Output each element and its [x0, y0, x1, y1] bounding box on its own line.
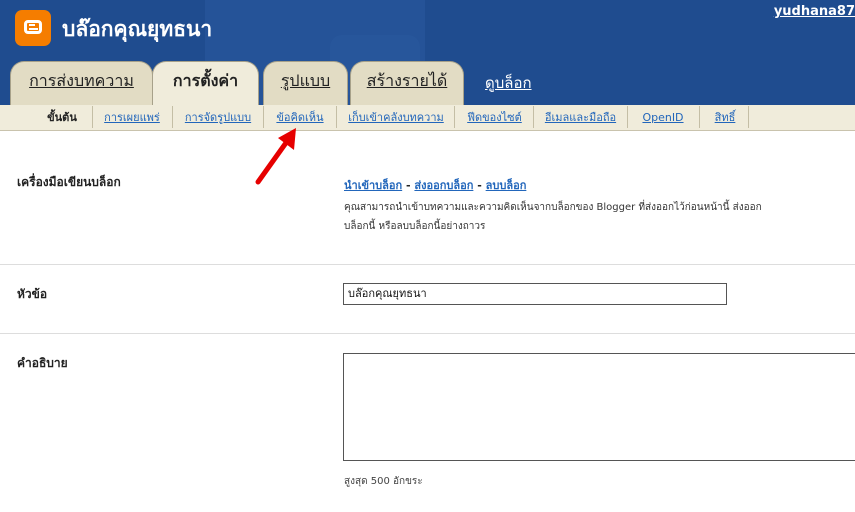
- export-blog-link[interactable]: ส่งออกบล็อก: [414, 179, 473, 192]
- blog-tools-links: นำเข้าบล็อก - ส่งออกบล็อก - ลบบล็อก: [344, 176, 526, 194]
- tab-settings[interactable]: การตั้งค่า: [152, 61, 259, 105]
- subnav-divider: [92, 106, 93, 128]
- description-label: คำอธิบาย: [17, 356, 68, 370]
- blog-tools-description: คุณสามารถนำเข้าบทความและความคิดเห็นจากบล…: [344, 202, 762, 232]
- subnav-divider: [172, 106, 173, 128]
- blog-tools-label: เครื่องมือเขียนบล็อก: [17, 175, 121, 189]
- blog-title: บล๊อกคุณยุทธนา: [62, 17, 213, 41]
- subnav-site-feed[interactable]: ฟีดของไซต์: [458, 107, 531, 128]
- subnav-permissions[interactable]: สิทธิ์: [703, 107, 747, 128]
- subnav-archiving[interactable]: เก็บเข้าคลังบทความ: [340, 107, 452, 128]
- subnav-formatting[interactable]: การจัดรูปแบบ: [176, 107, 260, 128]
- subnav-divider: [533, 106, 534, 128]
- link-separator: -: [477, 179, 482, 192]
- subnav-divider: [699, 106, 700, 128]
- subnav-publishing[interactable]: การเผยแพร่: [96, 107, 168, 128]
- blog-title-input[interactable]: บล๊อกคุณยุทธนา: [343, 283, 727, 305]
- tab-monetize[interactable]: สร้างรายได้: [350, 61, 464, 105]
- title-label: หัวข้อ: [17, 287, 48, 301]
- subnav-divider: [454, 106, 455, 128]
- subnav-divider: [336, 106, 337, 128]
- max-length-note: สูงสุด 500 อักขระ: [344, 476, 423, 487]
- import-blog-link[interactable]: นำเข้าบล็อก: [344, 179, 402, 192]
- blogger-header: บล๊อกคุณยุทธนา yudhana87 การส่งบทความ กา…: [0, 0, 855, 105]
- section-divider: [0, 264, 855, 265]
- tab-posting[interactable]: การส่งบทความ: [10, 61, 153, 105]
- blogger-b-glyph-icon: [24, 20, 42, 34]
- section-divider: [0, 333, 855, 334]
- username-link[interactable]: yudhana87: [774, 4, 855, 19]
- tab-layout[interactable]: รูปแบบ: [263, 61, 348, 105]
- subnav-email-mobile[interactable]: อีเมลและมือถือ: [537, 107, 624, 128]
- subnav-basic[interactable]: ขั้นต้น: [33, 107, 91, 128]
- link-separator: -: [406, 179, 411, 192]
- view-blog-link[interactable]: ดูบล็อก: [485, 71, 532, 95]
- delete-blog-link[interactable]: ลบบล็อก: [486, 179, 527, 192]
- subnav-divider: [748, 106, 749, 128]
- blog-description-textarea[interactable]: [343, 353, 855, 461]
- subnav-openid[interactable]: OpenID: [631, 107, 695, 128]
- subnav-divider: [627, 106, 628, 128]
- red-arrow-annotation-icon: [255, 128, 296, 185]
